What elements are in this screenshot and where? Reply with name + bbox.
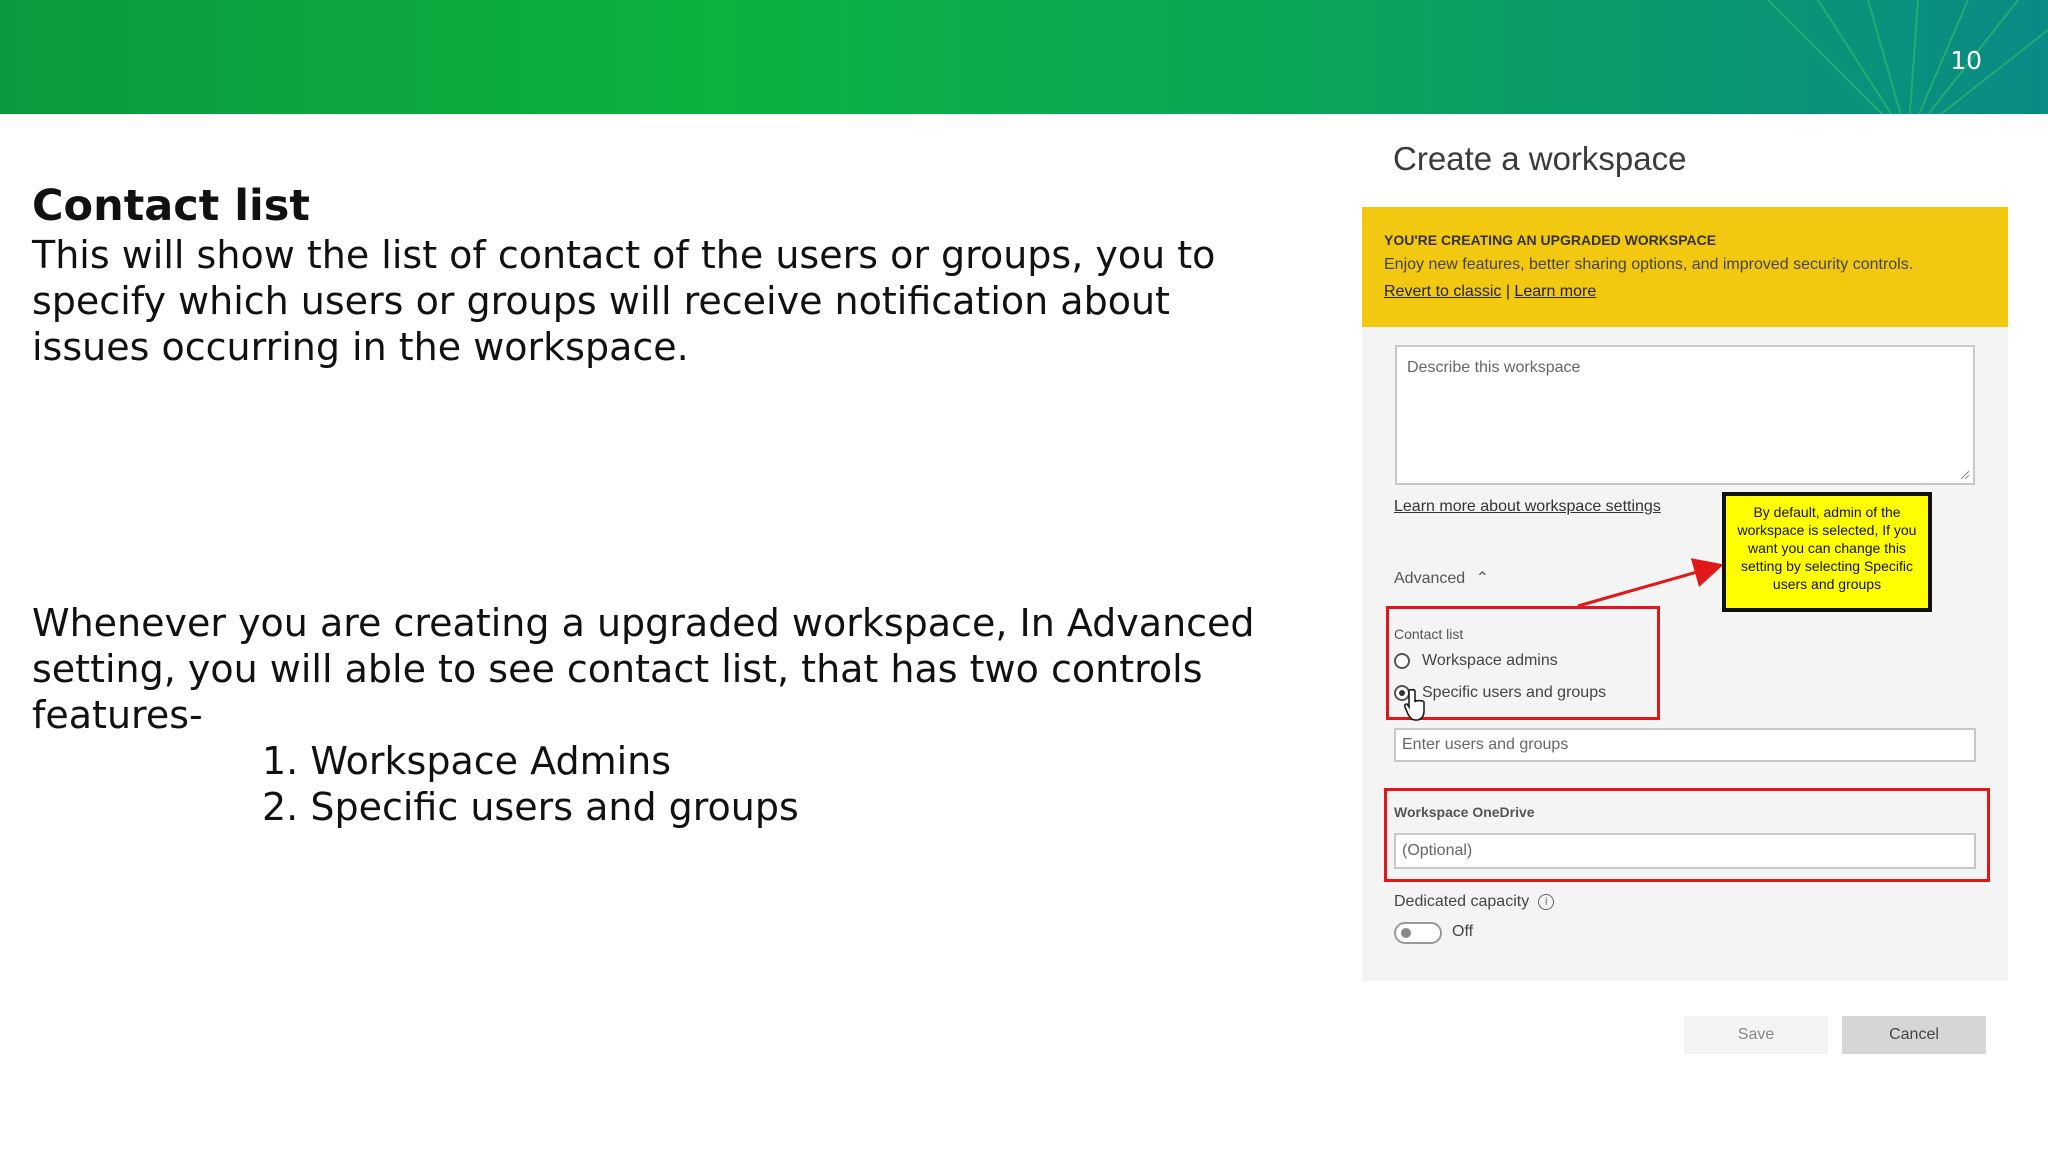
revert-to-classic-link[interactable]: Revert to classic	[1384, 283, 1501, 300]
decorative-rays	[1767, 0, 2048, 114]
dedicated-capacity-label: Dedicated capacity	[1394, 893, 1530, 910]
contact-list-label: Contact list	[1394, 626, 1464, 642]
intro-line: This will show the list of contact of th…	[32, 233, 1216, 277]
body-line: setting, you will able to see contact li…	[32, 647, 1203, 691]
link-separator: |	[1501, 283, 1515, 300]
learn-more-link[interactable]: Learn more	[1514, 283, 1596, 300]
description-placeholder: Describe this workspace	[1407, 359, 1581, 376]
users-groups-input[interactable]: Enter users and groups	[1394, 728, 1976, 762]
radio-workspace-admins[interactable]: Workspace admins	[1394, 652, 1558, 670]
toggle-state-label: Off	[1452, 923, 1474, 940]
onedrive-input[interactable]: (Optional)	[1394, 833, 1976, 869]
learn-workspace-settings-link[interactable]: Learn more about workspace settings	[1394, 498, 1661, 516]
intro-line: specify which users or groups will recei…	[32, 279, 1170, 323]
users-groups-placeholder: Enter users and groups	[1402, 736, 1569, 753]
dedicated-capacity-row: Dedicated capacity i	[1394, 893, 1555, 911]
slide-intro: Contact list This will show the list of …	[32, 180, 1322, 370]
body-line: Whenever you are creating a upgraded wor…	[32, 601, 1255, 645]
description-textarea[interactable]: Describe this workspace	[1395, 345, 1975, 485]
resize-handle-icon[interactable]	[1960, 470, 1970, 480]
chevron-up-icon: ⌃	[1475, 570, 1490, 587]
cancel-button[interactable]: Cancel	[1842, 1016, 1986, 1054]
list-item: 2. Specific users and groups	[262, 785, 799, 829]
controls-list: 1. Workspace Admins 2. Specific users an…	[32, 738, 1322, 830]
page-number: 10	[1950, 46, 1982, 75]
dedicated-capacity-toggle[interactable]	[1394, 922, 1442, 944]
onedrive-label: Workspace OneDrive	[1394, 804, 1535, 820]
list-item: 1. Workspace Admins	[262, 739, 672, 783]
body-line: features-	[32, 693, 203, 737]
slide-heading: Contact list	[32, 181, 310, 231]
radio-label: Specific users and groups	[1422, 684, 1607, 701]
upgrade-banner-text: Enjoy new features, better sharing optio…	[1384, 256, 1914, 273]
slide-body: Whenever you are creating a upgraded wor…	[32, 600, 1322, 830]
advanced-label: Advanced	[1394, 570, 1466, 587]
advanced-toggle[interactable]: Advanced ⌃	[1394, 568, 1489, 588]
upgrade-banner-title: YOU'RE CREATING AN UPGRADED WORKSPACE	[1384, 232, 1717, 248]
info-icon[interactable]: i	[1538, 894, 1555, 910]
upgrade-banner-links: Revert to classic | Learn more	[1384, 283, 1596, 301]
save-button[interactable]: Save	[1684, 1016, 1828, 1054]
dialog-title: Create a workspace	[1393, 140, 1687, 177]
intro-line: issues occurring in the workspace.	[32, 325, 689, 369]
onedrive-placeholder: (Optional)	[1402, 842, 1473, 859]
header-banner: 10	[0, 0, 2048, 114]
radio-label: Workspace admins	[1422, 652, 1558, 669]
radio-button-icon[interactable]	[1394, 653, 1410, 669]
hand-cursor-icon	[1404, 688, 1425, 721]
annotation-callout: By default, admin of the workspace is se…	[1722, 492, 1932, 612]
